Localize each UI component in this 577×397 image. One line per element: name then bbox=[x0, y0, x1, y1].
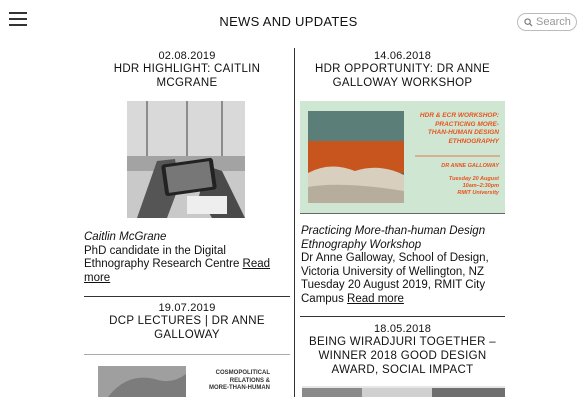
post-headline[interactable]: BEING WIRADJURI TOGETHER – WINNER 2018 G… bbox=[300, 335, 505, 377]
poster-line: THAN-HUMAN DESIGN bbox=[427, 129, 499, 136]
read-more-link[interactable]: Read more bbox=[347, 293, 404, 305]
headline-line: HDR HIGHLIGHT: CAITLIN bbox=[113, 63, 261, 75]
post-separator bbox=[300, 316, 505, 317]
caption-line: Tuesday 20 August 2019, RMIT City bbox=[301, 279, 486, 291]
dcp-lecture-poster[interactable]: COSMOPOLITICAL RELATIONS & MORE-THAN-HUM… bbox=[98, 366, 274, 397]
post-headline[interactable]: HDR HIGHLIGHT: CAITLIN MCGRANE bbox=[84, 62, 290, 90]
workshop-poster[interactable]: HDR & ECR WORKSHOP: PRACTICING MORE- THA… bbox=[300, 101, 505, 213]
headline-line: MCGRANE bbox=[156, 77, 218, 89]
poster-line: ETHNOGRAPHY bbox=[448, 137, 499, 145]
caption-name: Caitlin McGrane bbox=[84, 231, 167, 243]
headline-line: GALLOWAY WORKSHOP bbox=[332, 77, 473, 89]
headline-line: DCP LECTURES | DR ANNE bbox=[109, 315, 265, 327]
poster-line: MORE-THAN-HUMAN bbox=[209, 385, 270, 391]
poster-line: COSMOPOLITICAL bbox=[215, 370, 270, 376]
headline-line: AWARD, SOCIAL IMPACT bbox=[331, 364, 474, 376]
post-date: 14.06.2018 bbox=[373, 50, 432, 62]
photo-hands-phone bbox=[127, 101, 245, 218]
caption-title: Practicing More-than-human Design bbox=[301, 225, 486, 237]
column-divider bbox=[294, 48, 295, 397]
post-date: 02.08.2019 bbox=[158, 50, 216, 62]
poster-line: DR ANNE GALLOWAY bbox=[441, 163, 499, 169]
image-bottom-rule bbox=[300, 213, 505, 214]
caption-line: PhD candidate in the Digital bbox=[84, 244, 226, 257]
poster-heading: HDR & ECR WORKSHOP: PRACTICING MORE- THA… bbox=[420, 112, 499, 146]
poster-line: RELATIONS & bbox=[229, 377, 270, 384]
news-post-wiradjuri[interactable]: 18.05.2018 BEING WIRADJURI TOGETHER – WI… bbox=[300, 323, 505, 377]
headline-line: BEING WIRADJURI TOGETHER – bbox=[309, 336, 496, 348]
caitlin-photo[interactable] bbox=[127, 101, 245, 218]
news-post-dcp-lectures[interactable]: 19.07.2019 DCP LECTURES | DR ANNE GALLOW… bbox=[84, 302, 290, 342]
poster-line: PRACTICING MORE- bbox=[435, 120, 499, 128]
caption-line: Dr Anne Galloway, School of Design, bbox=[301, 252, 489, 264]
caption-line: Campus bbox=[301, 292, 344, 305]
search-input[interactable]: Search bbox=[517, 13, 577, 31]
post-headline[interactable]: DCP LECTURES | DR ANNE GALLOWAY bbox=[84, 314, 290, 342]
post-date: 18.05.2018 bbox=[373, 323, 432, 335]
poster-text: COSMOPOLITICAL RELATIONS & MORE-THAN-HUM… bbox=[209, 370, 270, 393]
wiradjuri-image[interactable] bbox=[302, 386, 505, 397]
magnifier-icon bbox=[524, 17, 533, 27]
read-more-link[interactable]: Read bbox=[243, 258, 271, 270]
news-post-caitlin[interactable]: 02.08.2019 HDR HIGHLIGHT: CAITLIN MCGRAN… bbox=[84, 50, 290, 90]
search-placeholder: Search bbox=[536, 16, 571, 28]
top-bar: NEWS AND UPDATES Search bbox=[0, 0, 577, 44]
poster-line: HDR & ECR WORKSHOP: bbox=[419, 112, 499, 119]
post-caption: Caitlin McGrane PhD candidate in the Dig… bbox=[84, 231, 294, 285]
news-post-galloway-workshop[interactable]: 14.06.2018 HDR OPPORTUNITY: DR ANNE GALL… bbox=[300, 50, 505, 90]
poster-line: 10am–2:30pm bbox=[462, 183, 499, 189]
image-preview bbox=[302, 388, 505, 397]
post-caption: Practicing More-than-human Design Ethnog… bbox=[301, 225, 511, 306]
read-more-link[interactable]: more bbox=[84, 272, 110, 284]
caption-line: Victoria University of Wellington, NZ bbox=[301, 265, 485, 278]
page-title: NEWS AND UPDATES bbox=[219, 14, 358, 29]
post-date: 19.07.2019 bbox=[158, 302, 216, 314]
post-separator bbox=[84, 296, 290, 297]
poster-details: DR ANNE GALLOWAY Tuesday 20 August 10am–… bbox=[441, 163, 499, 197]
image-top-rule bbox=[84, 354, 290, 355]
caption-title: Ethnography Workshop bbox=[301, 238, 422, 251]
poster-line: Tuesday 20 August bbox=[448, 176, 499, 182]
headline-line: GALLOWAY bbox=[154, 329, 220, 341]
headline-line: WINNER 2018 GOOD DESIGN bbox=[318, 350, 487, 362]
poster-line: RMIT University bbox=[457, 190, 499, 196]
caption-line: Ethnography Research Centre bbox=[84, 258, 240, 270]
post-headline[interactable]: HDR OPPORTUNITY: DR ANNE GALLOWAY WORKSH… bbox=[300, 62, 505, 90]
headline-line: HDR OPPORTUNITY: DR ANNE bbox=[314, 63, 491, 75]
